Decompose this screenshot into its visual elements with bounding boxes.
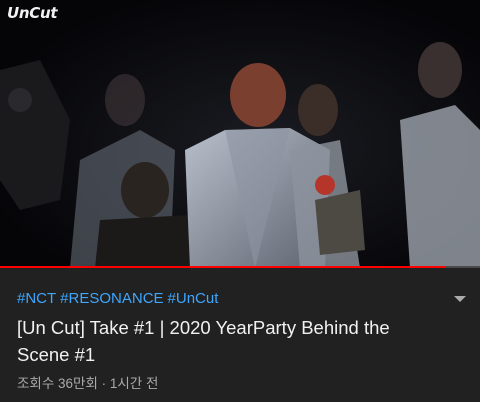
expand-description-button[interactable] <box>448 290 472 308</box>
hashtag-row: #NCT #RESONANCE #UnCut <box>17 290 222 307</box>
progress-bar-fill <box>0 266 447 268</box>
channel-watermark: UnCut <box>7 4 58 22</box>
video-player[interactable]: UnCut <box>0 0 480 268</box>
hashtag-link[interactable]: #UnCut <box>168 290 219 307</box>
chevron-down-icon <box>454 296 466 302</box>
progress-bar[interactable] <box>0 266 480 268</box>
video-title[interactable]: [Un Cut] Take #1 | 2020 YearParty Behind… <box>17 314 447 368</box>
hashtag-link[interactable]: #RESONANCE <box>60 290 163 307</box>
hashtag-link[interactable]: #NCT <box>17 290 56 307</box>
view-count-and-date: 조회수 36만회 · 1시간 전 <box>17 376 159 391</box>
video-frame <box>0 0 480 268</box>
